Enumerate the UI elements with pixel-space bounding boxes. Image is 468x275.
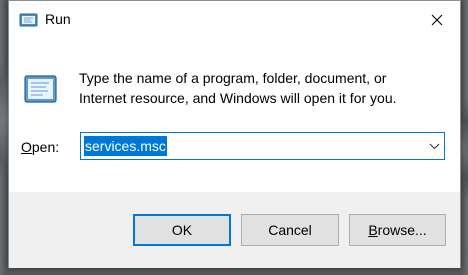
run-icon (19, 12, 39, 28)
prompt-line-1: Type the name of a program, folder, docu… (79, 70, 387, 86)
run-dialog: Run Type the name of a program, folder, … (8, 0, 461, 268)
browse-label: Browse... (368, 222, 426, 238)
close-icon (431, 14, 443, 26)
browse-label-rest: rowse... (377, 222, 427, 238)
title-bar[interactable]: Run (9, 1, 460, 39)
run-icon (23, 73, 59, 105)
close-button[interactable] (414, 1, 460, 39)
open-label: Open: (21, 139, 59, 155)
open-label-accelerator: O (21, 139, 32, 155)
browse-button[interactable]: Browse... (349, 214, 446, 246)
ok-label: OK (171, 222, 193, 238)
window-title: Run (45, 11, 71, 27)
prompt-line-2: Internet resource, and Windows will open… (79, 90, 397, 106)
open-input[interactable]: services.msc (84, 136, 167, 156)
browse-label-accelerator: B (368, 222, 378, 238)
ok-button[interactable]: OK (133, 214, 231, 246)
prompt-text: Type the name of a program, folder, docu… (79, 68, 439, 108)
open-label-rest: pen: (31, 139, 60, 155)
open-combobox[interactable]: services.msc (80, 132, 445, 160)
cancel-label: Cancel (268, 222, 312, 238)
dropdown-button[interactable] (424, 133, 444, 159)
cancel-button[interactable]: Cancel (241, 214, 339, 246)
chevron-down-icon (429, 137, 440, 155)
